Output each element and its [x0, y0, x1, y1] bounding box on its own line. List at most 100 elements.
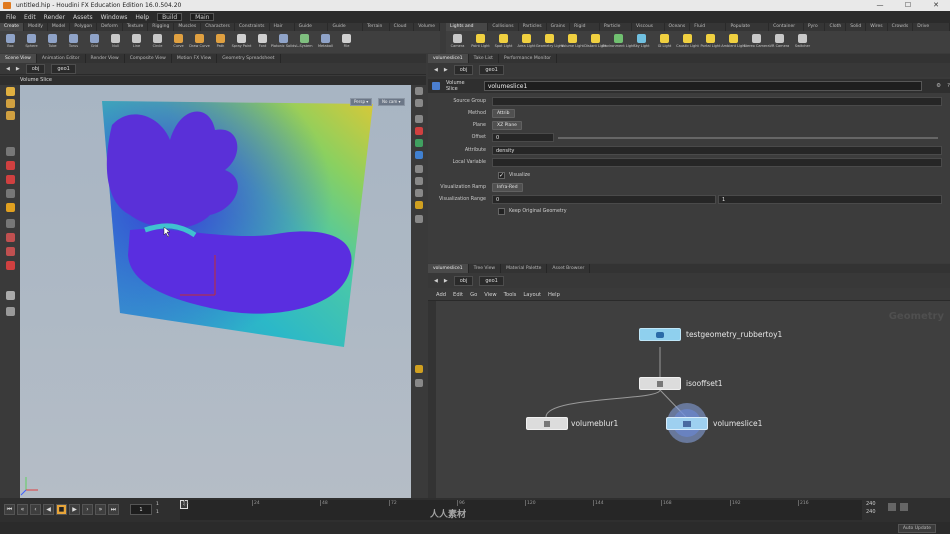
step-back-button[interactable]: ‹ — [30, 504, 41, 515]
tab-take-list[interactable]: Take List — [469, 54, 499, 63]
step-forward-button[interactable]: › — [82, 504, 93, 515]
net-menu-edit[interactable]: Edit — [453, 292, 463, 298]
shelf-tool-environment-light[interactable]: Environment Light — [602, 31, 635, 53]
step-back-key-button[interactable]: « — [17, 504, 28, 515]
shelf-tab-create[interactable]: Create — [0, 23, 24, 31]
path-obj[interactable]: obj — [453, 275, 474, 286]
shelf-tab-particle-fluids[interactable]: Particle Fluids — [600, 23, 633, 37]
menu-help[interactable]: Help — [135, 14, 149, 21]
shelf-tab-viscous-fluids[interactable]: Viscous Fluids — [632, 23, 665, 37]
magnet-tool-icon[interactable] — [6, 261, 15, 270]
close-button[interactable]: ✕ — [922, 0, 950, 11]
shelf-tool-draw-curve[interactable]: Draw Curve — [189, 31, 210, 53]
shelf-tab-model[interactable]: Model — [48, 23, 71, 31]
ghost-icon[interactable] — [415, 127, 423, 135]
shelf-tool-gi-light[interactable]: GI Light — [653, 31, 676, 53]
shelf-tool-tube[interactable]: Tube — [42, 31, 63, 53]
display-options-icon[interactable] — [415, 87, 423, 95]
menu-windows[interactable]: Windows — [101, 14, 128, 21]
shelf-tool-box[interactable]: Box — [0, 31, 21, 53]
current-frame-field[interactable]: 1 — [130, 504, 152, 515]
gear-icon[interactable]: ⚙ — [936, 83, 941, 89]
shelf-tool-l-system[interactable]: L-System — [294, 31, 315, 53]
stop-button[interactable]: ■ — [56, 504, 67, 515]
uv-icon[interactable] — [415, 189, 423, 197]
back-arrow-icon[interactable]: ◀ — [6, 66, 10, 72]
step-forward-key-button[interactable]: » — [95, 504, 106, 515]
source-group-field[interactable] — [492, 97, 942, 106]
shelf-tool-metaball[interactable]: Metaball — [315, 31, 336, 53]
local-variable-field[interactable] — [492, 158, 942, 167]
minimize-button[interactable]: — — [866, 0, 894, 11]
maximize-button[interactable]: ☐ — [894, 0, 922, 11]
start-frame-small[interactable]: 1 — [156, 502, 159, 507]
forward-arrow-icon[interactable]: ▶ — [444, 278, 448, 284]
network-canvas[interactable]: Geometry testgeometry_rubbertoy1 isooffs… — [436, 301, 950, 498]
forward-arrow-icon[interactable]: ▶ — [16, 66, 20, 72]
shelf-tool-vr-camera[interactable]: VR Camera — [768, 31, 791, 53]
shelf-tool-distant-light[interactable]: Distant Light — [584, 31, 607, 53]
attribute-field[interactable]: density — [492, 146, 942, 155]
node-volumeblur1[interactable] — [526, 417, 568, 430]
tab-animation-editor[interactable]: Animation Editor — [37, 54, 86, 63]
lasso-tool-icon[interactable] — [6, 219, 15, 228]
net-menu-layout[interactable]: Layout — [523, 292, 541, 298]
shelf-tool-grid[interactable]: Grid — [84, 31, 105, 53]
shelf-tool-ambient-light[interactable]: Ambient Light — [721, 31, 746, 53]
shelf-tool-spot-light[interactable]: Spot Light — [492, 31, 515, 53]
forward-arrow-icon[interactable]: ▶ — [444, 67, 448, 73]
paint-tool-icon[interactable] — [6, 233, 15, 242]
shelf-tool-sphere[interactable]: Sphere — [21, 31, 42, 53]
shelf-tool-null[interactable]: Null — [105, 31, 126, 53]
shelf-tab-deform[interactable]: Deform — [97, 23, 123, 31]
tab-geometry-spreadsheet[interactable]: Geometry Spreadsheet — [217, 54, 281, 63]
menu-edit[interactable]: Edit — [24, 14, 36, 21]
shelf-tool-caustic-light[interactable]: Caustic Light — [676, 31, 699, 53]
scene-viewport[interactable]: Persp ▾ No cam ▾ — [20, 85, 411, 498]
shelf-tab-guide-brushes[interactable]: Guide Brushes — [328, 23, 364, 37]
shelf-tab-rigid-bodies[interactable]: Rigid Bodies — [570, 23, 600, 37]
shelf-tool-curve[interactable]: Curve — [168, 31, 189, 53]
shelf-tab-particles[interactable]: Particles — [519, 23, 547, 31]
shelf-tool-line[interactable]: Line — [126, 31, 147, 53]
net-menu-go[interactable]: Go — [470, 292, 477, 298]
back-arrow-icon[interactable]: ◀ — [434, 67, 438, 73]
shelf-tab-wires[interactable]: Wires — [866, 23, 888, 31]
handle-tool-icon[interactable] — [6, 99, 15, 108]
shelf-tab-cloud-fx[interactable]: Cloud FX — [390, 23, 415, 37]
offset-slider[interactable] — [558, 136, 938, 139]
end-frame-field-2[interactable]: 240 — [866, 509, 880, 517]
path-obj[interactable]: obj — [25, 63, 46, 74]
node-isooffset1[interactable] — [639, 377, 681, 390]
smooth-icon[interactable] — [415, 151, 423, 159]
lighting-icon[interactable] — [415, 99, 423, 107]
shelf-tab-container-tools[interactable]: Container Tools — [769, 23, 804, 37]
shelf-tab-muscles[interactable]: Muscles — [174, 23, 202, 31]
net-menu-tools[interactable]: Tools — [504, 292, 517, 298]
pose-tool-icon[interactable] — [6, 189, 15, 198]
tab-motion-fx-view[interactable]: Motion FX View — [172, 54, 218, 63]
range-min-field[interactable]: 0 — [492, 195, 716, 204]
shelf-tab-polygon[interactable]: Polygon — [70, 23, 98, 31]
back-arrow-icon[interactable]: ◀ — [434, 278, 438, 284]
main-desktop-field[interactable]: Main — [190, 13, 215, 21]
move-tool-icon[interactable] — [6, 147, 15, 156]
shelf-tool-point-light[interactable]: Point Light — [469, 31, 492, 53]
node-testgeometry-rubbertoy1[interactable] — [639, 328, 681, 341]
shelf-tool-area-light[interactable]: Area Light — [515, 31, 538, 53]
method-menu[interactable]: Attrib — [492, 109, 515, 118]
shelf-tab-drive-simulation[interactable]: Drive Simulation — [913, 23, 950, 37]
shelf-tool-sky-light[interactable]: Sky Light — [630, 31, 653, 53]
net-menu-add[interactable]: Add — [436, 292, 446, 298]
select-tool-icon[interactable] — [6, 87, 15, 96]
visualization-ramp-menu[interactable]: Infra-Red — [492, 183, 523, 192]
shelf-tab-modify[interactable]: Modify — [24, 23, 48, 31]
range-icon[interactable] — [900, 503, 908, 511]
shelf-tab-constraints[interactable]: Constraints — [235, 23, 270, 31]
play-button[interactable]: ▶ — [69, 504, 80, 515]
shelf-tab-oceans[interactable]: Oceans — [665, 23, 691, 31]
scale-tool-icon[interactable] — [6, 175, 15, 184]
range-max-field[interactable]: 1 — [718, 195, 942, 204]
shelf-tool-portal-light[interactable]: Portal Light — [699, 31, 722, 53]
node-volumeslice1[interactable] — [666, 417, 708, 430]
